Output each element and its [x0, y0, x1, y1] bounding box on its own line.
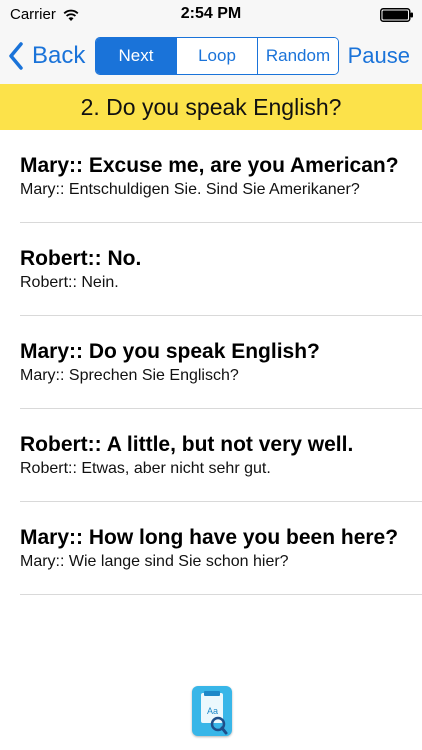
segment-random[interactable]: Random — [257, 38, 338, 74]
english-line: Mary:: Do you speak English? — [20, 340, 320, 363]
pause-button[interactable]: Pause — [348, 38, 410, 74]
english-line: Mary:: How long have you been here? — [20, 526, 399, 549]
status-bar: Carrier 2:54 PM — [0, 0, 422, 30]
dialog-list: Mary:: Excuse me, are you American? Mary… — [0, 130, 422, 595]
dictionary-search-icon: Aa — [201, 691, 228, 735]
german-line: Mary:: Wie lange sind Sie schon hier? — [20, 553, 289, 570]
chevron-left-icon — [9, 42, 23, 70]
status-time: 2:54 PM — [180, 5, 242, 22]
english-line: Robert:: A little, but not very well. — [20, 433, 354, 456]
nav-bar: Back Next Loop Random Pause — [0, 30, 422, 84]
list-item[interactable]: Robert:: A little, but not very well. Ro… — [0, 409, 422, 502]
english-line: Mary:: Excuse me, are you American? — [20, 154, 399, 177]
back-button[interactable]: Back — [8, 38, 85, 74]
german-line: Robert:: Nein. — [20, 274, 119, 291]
german-line: Mary:: Entschuldigen Sie. Sind Sie Ameri… — [20, 181, 360, 198]
segment-next[interactable]: Next — [96, 38, 176, 74]
dictionary-button[interactable]: Aa — [192, 686, 232, 736]
list-item[interactable]: Mary:: Do you speak English? Mary:: Spre… — [0, 316, 422, 409]
german-line: Robert:: Etwas, aber nicht sehr gut. — [20, 460, 271, 477]
lesson-title: 2. Do you speak English? — [0, 84, 422, 130]
list-item[interactable]: Mary:: How long have you been here? Mary… — [0, 502, 422, 595]
segment-loop[interactable]: Loop — [176, 38, 257, 74]
back-label: Back — [32, 42, 86, 69]
list-item[interactable]: Robert:: No. Robert:: Nein. — [0, 223, 422, 316]
playback-mode-control: Next Loop Random — [95, 37, 339, 75]
list-item[interactable]: Mary:: Excuse me, are you American? Mary… — [0, 130, 422, 223]
german-line: Mary:: Sprechen Sie Englisch? — [20, 367, 239, 384]
battery-icon — [380, 8, 413, 22]
dictionary-glyph: Aa — [207, 706, 218, 716]
english-line: Robert:: No. — [20, 247, 142, 270]
